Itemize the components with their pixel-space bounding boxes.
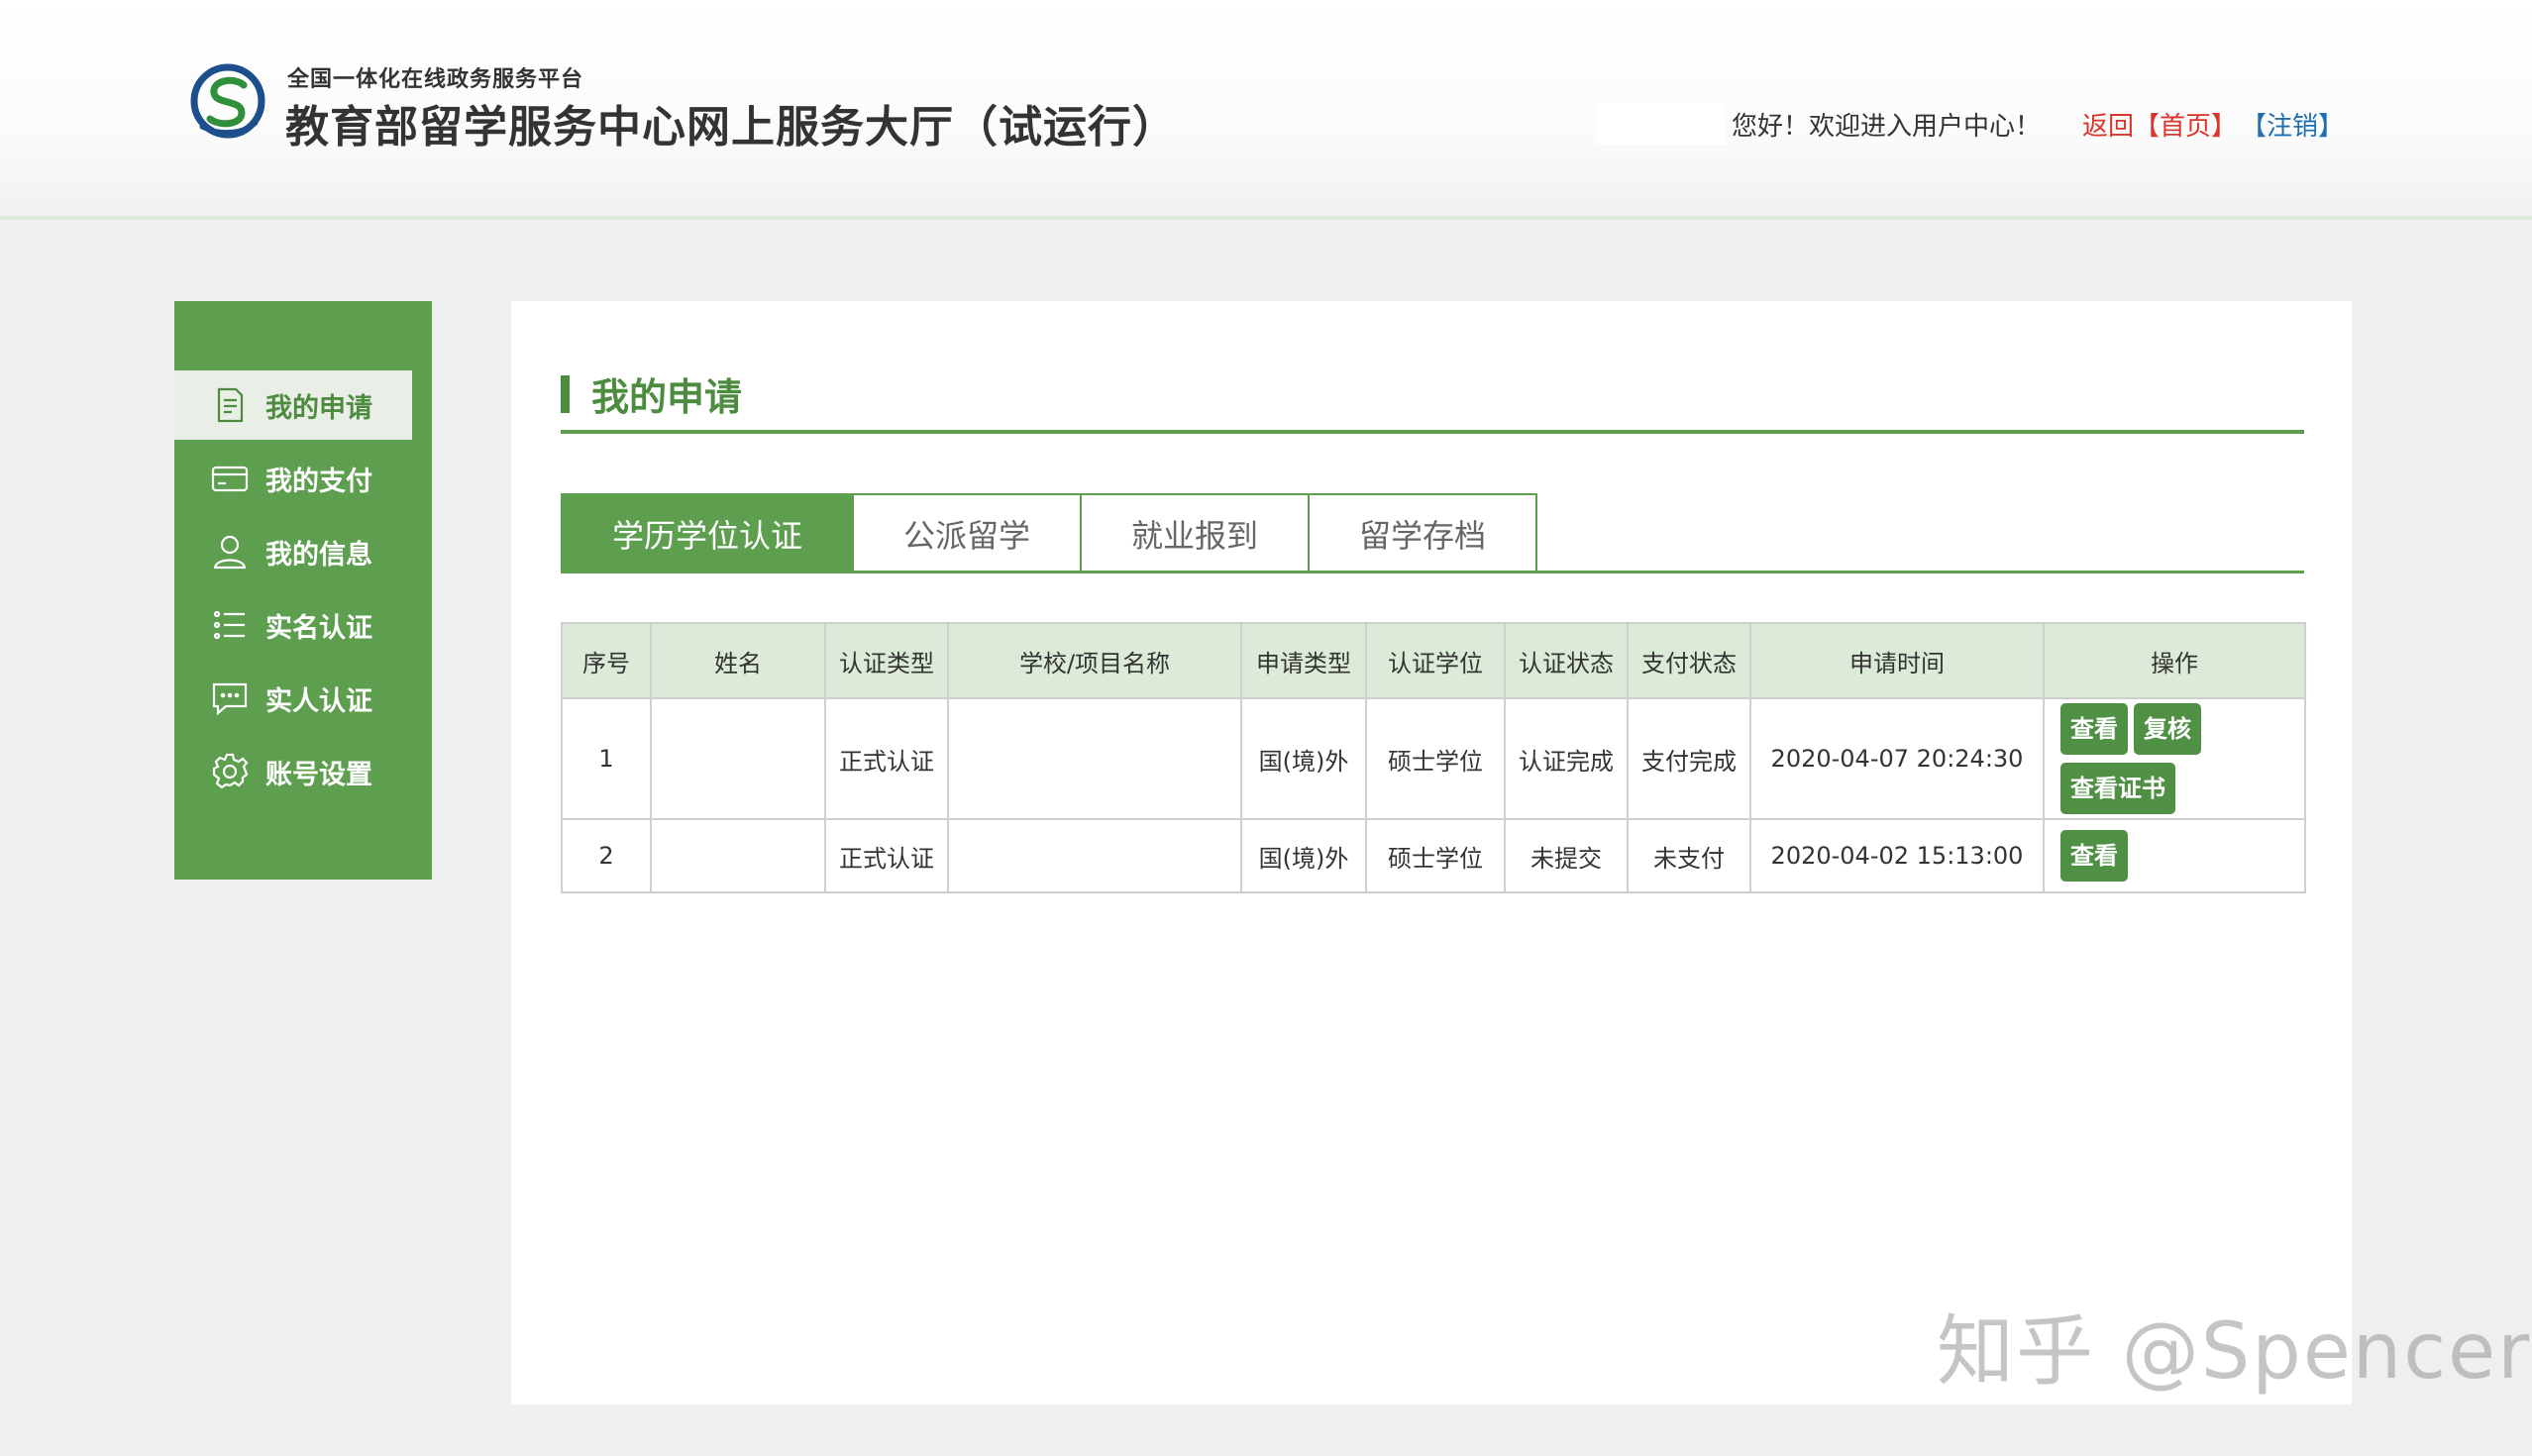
sidebar-item-label: 账号设置 [265,759,372,790]
sidebar-item-account-settings[interactable]: 账号设置 [174,737,412,806]
cell-school [947,697,1242,820]
column-header: 认证类型 [824,622,949,699]
cell-status: 未提交 [1504,818,1629,893]
sidebar-item-my-payments[interactable]: 我的支付 [174,444,412,513]
cell-cert-type: 正式认证 [824,697,949,820]
view-button[interactable]: 查看 [2060,830,2128,882]
cell-degree: 硕士学位 [1365,818,1506,893]
sidebar-item-real-name-auth[interactable]: 实名认证 [174,590,412,660]
sidebar-item-label: 我的信息 [265,539,372,571]
column-header: 认证学位 [1365,622,1506,699]
document-icon [217,387,244,423]
table-row: 1 正式认证 国(境)外 硕士学位 认证完成 支付完成 2020-04-07 2… [561,697,2306,820]
view-button[interactable]: 查看 [2060,703,2128,755]
table-row: 2 正式认证 国(境)外 硕士学位 未提交 未支付 2020-04-02 15:… [561,818,2306,893]
tab-government-study-abroad[interactable]: 公派留学 [852,493,1082,572]
main-panel: 我的申请 学历学位认证 公派留学 就业报到 留学存档 序号 姓名 认证类型 学校… [511,301,2352,1404]
cell-apply-type: 国(境)外 [1240,818,1367,893]
sidebar-item-label: 实人认证 [265,685,372,717]
cell-name [650,818,826,893]
back-link[interactable]: 返回 [2082,106,2134,143]
card-icon [211,466,249,492]
view-certificate-button[interactable]: 查看证书 [2060,763,2175,814]
cell-name [650,697,826,820]
cell-apply-type: 国(境)外 [1240,697,1367,820]
tab-degree-verification[interactable]: 学历学位认证 [561,493,854,572]
cell-time: 2020-04-02 15:13:00 [1749,818,2045,893]
column-header: 认证状态 [1504,622,1629,699]
sidebar: 我的申请 我的支付 我的信息 实名认证 实人认证 账号设置 [174,301,432,880]
logout-link[interactable]: 【注销】 [2241,106,2344,143]
column-header: 申请类型 [1240,622,1367,699]
welcome-text: 您好！欢迎进入用户中心！ [1731,111,2041,142]
review-button[interactable]: 复核 [2134,703,2201,755]
cell-status: 认证完成 [1504,697,1629,820]
title-divider [561,430,2304,434]
sidebar-item-my-info[interactable]: 我的信息 [174,517,412,586]
sidebar-item-face-auth[interactable]: 实人认证 [174,664,412,733]
cell-time: 2020-04-07 20:24:30 [1749,697,2045,820]
sidebar-item-my-applications[interactable]: 我的申请 [174,370,412,440]
cell-pay-status: 未支付 [1627,818,1751,893]
user-icon [213,535,247,570]
site-header: 全国一体化在线政务服务平台 教育部留学服务中心网上服务大厅（试运行） 您好！欢迎… [0,0,2532,220]
tabs-divider [561,571,2304,573]
cell-no: 2 [561,818,652,893]
list-icon [213,610,245,640]
tab-study-archive[interactable]: 留学存档 [1308,493,1537,572]
watermark: 知乎 @Spencer [1937,1307,2532,1397]
column-header: 申请时间 [1749,622,2045,699]
platform-name: 全国一体化在线政务服务平台 [287,67,584,92]
chat-icon [212,682,248,716]
cell-no: 1 [561,697,652,820]
column-header: 支付状态 [1627,622,1751,699]
column-header: 姓名 [650,622,826,699]
column-header: 学校/项目名称 [947,622,1242,699]
cell-actions: 查看 复核 查看证书 [2043,697,2306,820]
home-link[interactable]: 【首页】 [2134,106,2237,143]
sidebar-item-label: 我的支付 [265,466,372,497]
gear-icon [212,753,249,789]
username-placeholder [1596,103,1726,145]
column-header: 序号 [561,622,652,699]
cell-degree: 硕士学位 [1365,697,1506,820]
column-header: 操作 [2043,622,2306,699]
page-title: 我的申请 [561,366,742,421]
cell-pay-status: 支付完成 [1627,697,1751,820]
applications-table: 序号 姓名 认证类型 学校/项目名称 申请类型 认证学位 认证状态 支付状态 申… [561,622,2306,893]
cell-cert-type: 正式认证 [824,818,949,893]
table-header-row: 序号 姓名 认证类型 学校/项目名称 申请类型 认证学位 认证状态 支付状态 申… [561,622,2306,699]
cell-school [947,818,1242,893]
user-bar: 您好！欢迎进入用户中心！ 返回 【首页】 【注销】 [1596,103,2344,145]
site-title: 教育部留学服务中心网上服务大厅（试运行） [285,102,1177,153]
tab-bar: 学历学位认证 公派留学 就业报到 留学存档 [561,493,1537,572]
cell-actions: 查看 [2043,818,2306,893]
logo-icon [190,63,265,139]
tab-employment-report[interactable]: 就业报到 [1080,493,1310,572]
sidebar-item-label: 我的申请 [265,392,372,424]
title-accent-bar [561,374,570,413]
sidebar-item-label: 实名认证 [265,612,372,644]
page-title-text: 我的申请 [591,375,743,419]
